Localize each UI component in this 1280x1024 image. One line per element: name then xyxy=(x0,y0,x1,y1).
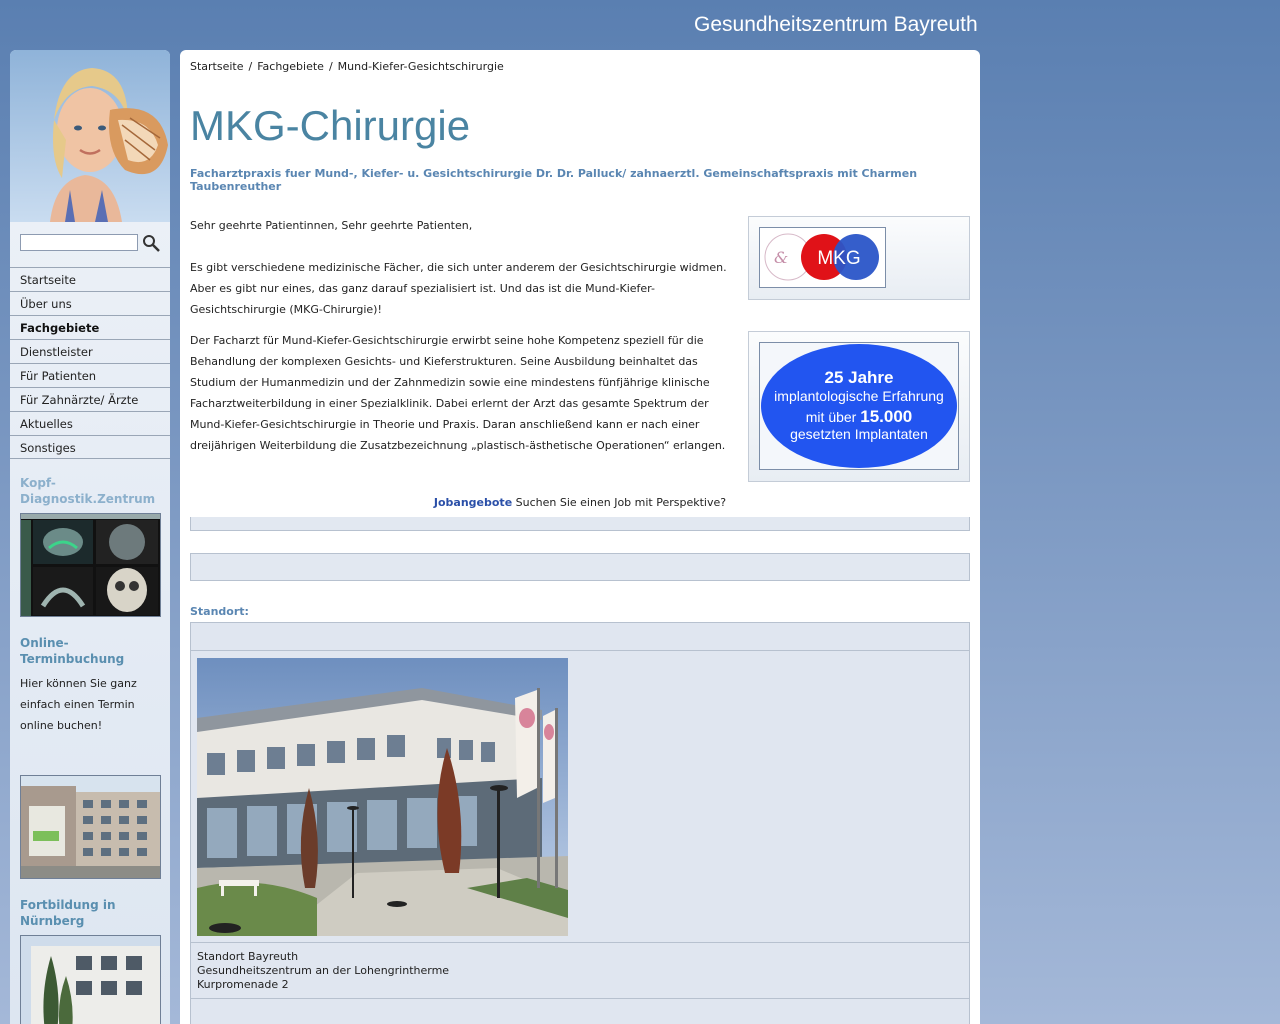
diagnostik-heading[interactable]: Kopf-Diagnostik.Zentrum xyxy=(20,475,160,507)
mkg-logo[interactable]: & MKG xyxy=(759,227,886,288)
jobs-text: Suchen Sie einen Job mit Perspektive? xyxy=(512,496,727,509)
fortbildung-heading[interactable]: Fortbildung in Nürnberg xyxy=(20,897,160,929)
implant-years: 25 Jahre xyxy=(825,368,894,387)
main-content: Startseite / Fachgebiete / Mund-Kiefer-Gesic… xyxy=(180,50,980,1024)
breadcrumb-current: Mund-Kiefer-Gesichtschirurgie xyxy=(337,60,504,73)
page-title: MKG-Chirurgie xyxy=(190,102,471,149)
svg-text:mit über 15.000: mit über 15.000 xyxy=(806,407,912,426)
implant-placed: gesetzten Implantaten xyxy=(790,426,928,442)
greeting-text: Sehr geehrte Patientinnen, Sehr geehrte … xyxy=(190,219,473,232)
nav-item-fachgebiete[interactable]: Fachgebiete xyxy=(10,315,170,339)
breadcrumb-fachgebiete[interactable]: Fachgebiete xyxy=(257,60,324,73)
intro-paragraph: Es gibt verschiedene medizinische Fächer… xyxy=(190,261,727,316)
location-building: Gesundheitszentrum an der Lohengrintherm… xyxy=(197,964,450,977)
search-icon[interactable] xyxy=(141,233,161,253)
main-navigation: Startseite Über uns Fachgebiete Dienstle… xyxy=(10,267,170,459)
location-panel-header xyxy=(191,623,969,651)
nav-item-fuer-zahnaerzte[interactable]: Für Zahnärzte/ Ärzte xyxy=(10,387,170,411)
jobs-link[interactable]: Jobangebote xyxy=(434,496,512,509)
location-name: Standort Bayreuth xyxy=(197,950,299,963)
breadcrumb: Startseite / Fachgebiete / Mund-Kiefer-Gesic… xyxy=(190,60,504,73)
location-panel: Standort Bayreuth Gesundheitszentrum an … xyxy=(190,622,970,1024)
site-title: Gesundheitszentrum Bayreuth xyxy=(694,13,978,36)
implant-count: 15.000 xyxy=(860,407,912,426)
breadcrumb-separator: / xyxy=(328,60,333,73)
breadcrumb-startseite[interactable]: Startseite xyxy=(190,60,244,73)
jobs-line: Jobangebote Suchen Sie einen Job mit Per… xyxy=(190,496,970,509)
training-paragraph: Der Facharzt für Mund-Kiefer-Gesichtschi… xyxy=(190,334,726,452)
gesundheitszentrum-building-photo[interactable] xyxy=(197,658,568,936)
nuernberg-building-thumbnail[interactable] xyxy=(20,935,161,1024)
page-subtitle: Facharztpraxis fuer Mund-, Kiefer- u. Ge… xyxy=(190,167,918,193)
ct-scan-thumbnail[interactable] xyxy=(20,513,161,617)
online-booking-text: Hier können Sie ganz einfach einen Termi… xyxy=(20,677,137,732)
mkg-logo-box: & MKG xyxy=(748,216,970,300)
implant-banner[interactable]: 25 Jahre implantologische Erfahrung mit … xyxy=(759,342,959,470)
location-street: Kurpromenade 2 xyxy=(197,978,289,991)
nav-item-aktuelles[interactable]: Aktuelles xyxy=(10,411,170,435)
implant-experience: implantologische Erfahrung xyxy=(774,388,944,404)
search-bar xyxy=(10,222,170,262)
mkg-logo-text: MKG xyxy=(817,248,860,269)
office-building-thumbnail[interactable] xyxy=(20,775,161,879)
location-label: Standort: xyxy=(190,605,249,618)
nav-item-dienstleister[interactable]: Dienstleister xyxy=(10,339,170,363)
breadcrumb-separator: / xyxy=(248,60,253,73)
nav-item-startseite[interactable]: Startseite xyxy=(10,267,170,291)
divider-strip xyxy=(190,517,970,531)
sidebar: Startseite Über uns Fachgebiete Dienstle… xyxy=(10,50,170,1024)
nav-item-fuer-patienten[interactable]: Für Patienten xyxy=(10,363,170,387)
implant-banner-box: 25 Jahre implantologische Erfahrung mit … xyxy=(748,331,970,482)
implant-mit-ueber: mit über xyxy=(806,409,860,425)
location-address: Standort Bayreuth Gesundheitszentrum an … xyxy=(191,942,969,999)
nav-item-sonstiges[interactable]: Sonstiges xyxy=(10,435,170,459)
svg-text:&: & xyxy=(774,248,788,267)
girl-with-shell-photo xyxy=(10,50,170,222)
implant-banner-ellipse: 25 Jahre implantologische Erfahrung mit … xyxy=(761,344,957,468)
search-input[interactable] xyxy=(20,234,138,251)
divider-strip xyxy=(190,553,970,581)
nav-item-ueber-uns[interactable]: Über uns xyxy=(10,291,170,315)
online-booking-heading[interactable]: Online-Terminbuchung xyxy=(20,635,160,667)
